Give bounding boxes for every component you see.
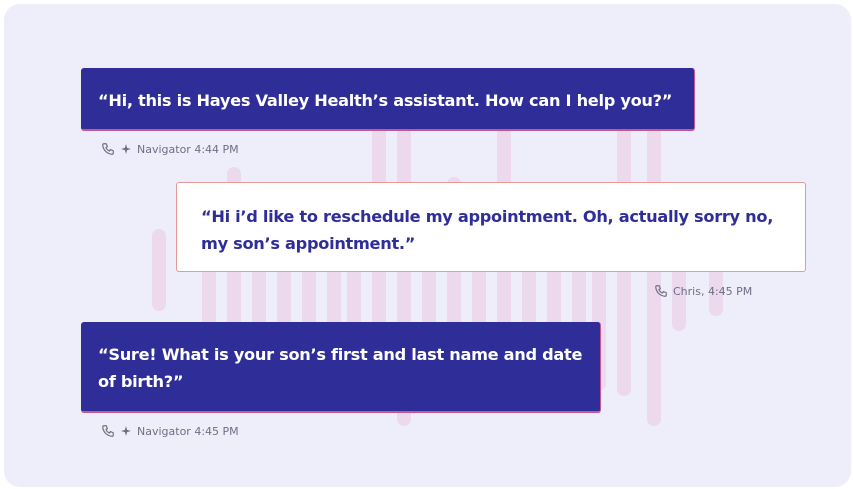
phone-icon <box>101 142 115 156</box>
message-sender-time: Navigator 4:45 PM <box>137 424 239 438</box>
assistant-message-bubble: “Sure! What is your son’s first and last… <box>81 322 601 413</box>
chat-transcript-card: “Hi, this is Hayes Valley Health’s assis… <box>4 4 851 487</box>
sparkle-icon <box>120 143 132 155</box>
message-sender-time: Chris, 4:45 PM <box>673 284 753 298</box>
message-meta: Navigator 4:45 PM <box>101 424 239 438</box>
message-sender-time: Navigator 4:44 PM <box>137 142 239 156</box>
message-meta: Navigator 4:44 PM <box>101 142 239 156</box>
assistant-message-bubble: “Hi, this is Hayes Valley Health’s assis… <box>81 68 695 131</box>
phone-icon <box>101 424 115 438</box>
user-message-bubble: “Hi i’d like to reschedule my appointmen… <box>176 182 806 272</box>
message-text: “Sure! What is your son’s first and last… <box>98 345 583 391</box>
message-meta: Chris, 4:45 PM <box>654 284 752 298</box>
message-text: “Hi i’d like to reschedule my appointmen… <box>201 207 774 253</box>
phone-icon <box>654 284 668 298</box>
sparkle-icon <box>120 425 132 437</box>
message-text: “Hi, this is Hayes Valley Health’s assis… <box>98 91 673 110</box>
